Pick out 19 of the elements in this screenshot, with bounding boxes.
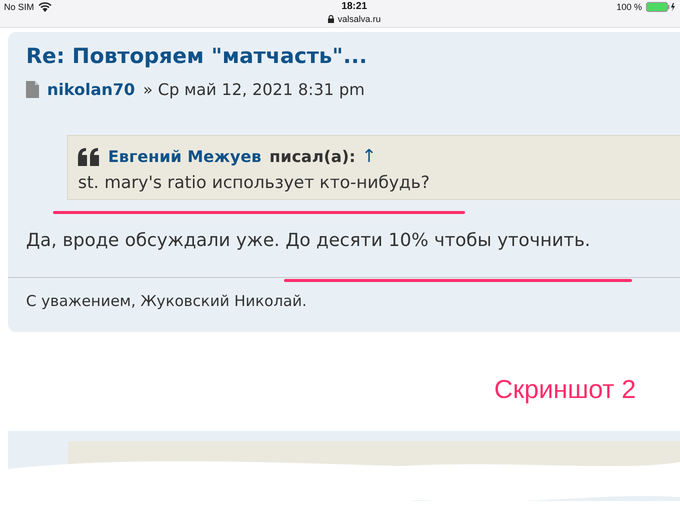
quote-text: st. mary's ratio использует кто-нибудь? [78, 173, 431, 193]
document-icon [26, 81, 39, 98]
signature: С уважением, Жуковский Николай. [26, 292, 308, 310]
annotation-label: Скриншот 2 [493, 374, 637, 405]
clock: 18:21 [341, 1, 368, 12]
post-date: » Ср май 12, 2021 8:31 pm [143, 80, 365, 99]
carrier-label: No SIM [4, 2, 34, 12]
quote-author-link[interactable]: Евгений Межуев [108, 147, 262, 166]
battery-icon [646, 2, 676, 12]
quote-icon [78, 148, 100, 166]
author-link[interactable]: nikolan70 [47, 80, 136, 99]
quote-wrote-label: писал(а): [269, 147, 356, 166]
address-bar[interactable]: valsalva.ru [328, 14, 381, 24]
wifi-icon [38, 2, 52, 12]
lock-icon [328, 15, 334, 23]
quote-source-link[interactable]: ↑ [362, 146, 377, 167]
post-text: Да, вроде обсуждали уже. До десяти 10% чтобы уточнить. [26, 230, 592, 251]
battery-percent: 100 % [616, 2, 642, 12]
post-title[interactable]: Re: Повторяем "матчасть"... [26, 44, 680, 68]
